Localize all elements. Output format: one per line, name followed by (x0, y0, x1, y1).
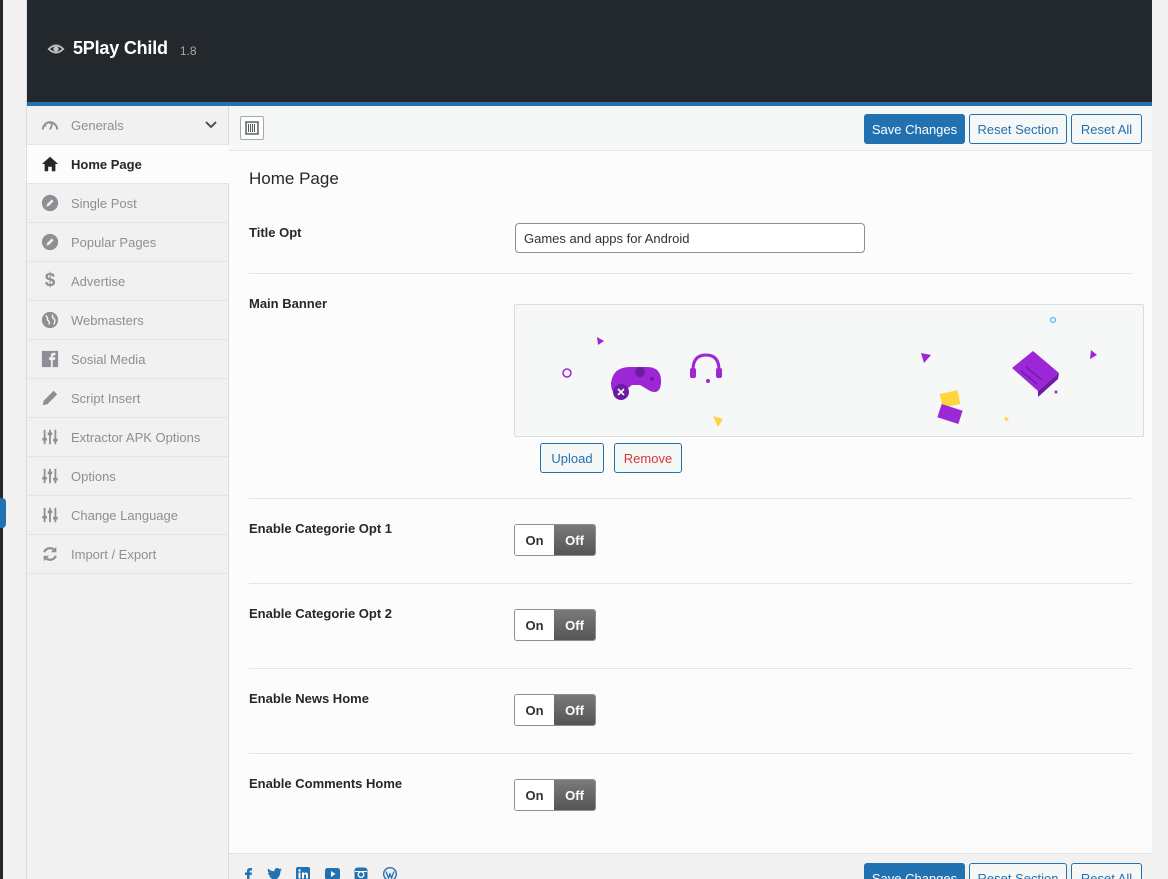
brand-name: 5Play Child (73, 38, 168, 58)
sidebar-item-label: Script Insert (71, 390, 141, 406)
twitter-icon[interactable] (266, 866, 282, 879)
dollar-icon: $ (44, 270, 56, 291)
footer-save-changes-button[interactable]: Save Changes (864, 863, 965, 879)
brand: 5Play Child 1.8 (47, 38, 197, 59)
section-content: Home Page Title Opt Main Banner (229, 151, 1153, 853)
sidebar-item-label: Change Language (71, 507, 178, 523)
admin-menu-edge (0, 0, 26, 879)
footer-reset-section-button[interactable]: Reset Section (969, 863, 1067, 879)
sidebar-item-label: Advertise (71, 273, 126, 289)
main-banner-label: Main Banner (249, 296, 328, 311)
toggle-label: Enable Categorie Opt 2 (249, 606, 393, 621)
pencil-circle-icon (40, 232, 60, 252)
facebook-icon[interactable] (238, 866, 254, 879)
pencil-circle-icon (40, 193, 60, 213)
sidebar-item-label: Import / Export (71, 546, 157, 562)
book-illustration (1012, 351, 1059, 397)
toggle-label: Enable News Home (249, 691, 369, 706)
dashboard-gauge-icon (40, 115, 60, 135)
sidebar-item-advertise[interactable]: $ Advertise (27, 262, 228, 301)
panel-footer: Save Changes Reset Section Reset All (229, 853, 1153, 879)
gamepad-illustration (611, 367, 662, 400)
sidebar-item-label: Extractor APK Options (71, 429, 201, 445)
pencil-icon (40, 388, 60, 408)
home-icon (40, 154, 60, 174)
switch-off-option[interactable]: Off (554, 525, 595, 555)
sidebar-item-generals[interactable]: Generals (27, 106, 228, 145)
footer-reset-all-button[interactable]: Reset All (1071, 863, 1142, 879)
reset-all-button[interactable]: Reset All (1071, 114, 1142, 144)
sidebar-item-home-page[interactable]: Home Page (27, 145, 230, 184)
sliders-icon (40, 427, 60, 447)
section-sidebar: Generals Home Page Single Post Popular P… (27, 106, 230, 879)
categorie-opt-2-switch[interactable]: On Off (514, 609, 596, 641)
admin-menu-edge-line (0, 0, 3, 879)
sidebar-item-label: Home Page (71, 156, 142, 172)
refresh-icon (40, 544, 60, 564)
banner-illustration (562, 316, 1097, 427)
row-divider (249, 668, 1132, 669)
switch-on-option[interactable]: On (515, 695, 555, 725)
facebook-icon (40, 349, 60, 369)
globe-icon (40, 310, 60, 330)
row-divider (249, 583, 1132, 584)
sidebar-item-popular-pages[interactable]: Popular Pages (27, 223, 228, 262)
reset-section-button[interactable]: Reset Section (969, 114, 1067, 144)
sidebar-item-label: Single Post (71, 195, 137, 211)
switch-off-option[interactable]: Off (554, 780, 595, 810)
sliders-icon (40, 466, 60, 486)
upload-button[interactable]: Upload (540, 443, 604, 473)
title-opt-input[interactable] (515, 223, 865, 253)
sidebar-item-single-post[interactable]: Single Post (27, 184, 228, 223)
row-divider (249, 498, 1132, 499)
panel-header: 5Play Child 1.8 (27, 0, 1153, 102)
row-divider (249, 273, 1132, 274)
chevron-down-icon[interactable] (204, 118, 218, 132)
switch-off-option[interactable]: Off (554, 695, 595, 725)
save-changes-button[interactable]: Save Changes (864, 114, 965, 144)
switch-on-option[interactable]: On (515, 610, 555, 640)
switch-on-option[interactable]: On (515, 780, 555, 810)
sidebar-item-import-export[interactable]: Import / Export (27, 535, 228, 574)
sidebar-item-label: Sosial Media (71, 351, 146, 367)
top-toolbar: Save Changes Reset Section Reset All (229, 106, 1153, 151)
switch-off-option[interactable]: Off (554, 610, 595, 640)
toggle-label: Enable Comments Home (249, 776, 403, 791)
expand-options-button[interactable] (240, 116, 264, 140)
linkedin-icon[interactable] (295, 866, 311, 879)
title-opt-label: Title Opt (249, 225, 302, 240)
toggle-label: Enable Categorie Opt 1 (249, 521, 393, 536)
options-panel: 5Play Child 1.8 Generals Home Page Singl… (26, 0, 1153, 879)
wordpress-icon[interactable] (382, 866, 398, 879)
sidebar-item-webmasters[interactable]: Webmasters (27, 301, 228, 340)
remove-button[interactable]: Remove (614, 443, 682, 473)
sidebar-item-change-language[interactable]: Change Language (27, 496, 228, 535)
row-divider (249, 753, 1132, 754)
main-banner-preview (514, 304, 1144, 437)
comments-home-switch[interactable]: On Off (514, 779, 596, 811)
right-gutter (1152, 0, 1168, 879)
section-title: Home Page (249, 169, 339, 188)
sidebar-item-options[interactable]: Options (27, 457, 228, 496)
youtube-icon[interactable] (324, 866, 340, 879)
sidebar-item-label: Webmasters (71, 312, 144, 328)
sidebar-item-sosial-media[interactable]: Sosial Media (27, 340, 228, 379)
sliders-icon (40, 505, 60, 525)
instagram-icon[interactable] (353, 866, 369, 879)
box-illustration (937, 390, 963, 425)
sidebar-item-label: Options (71, 468, 116, 484)
categorie-opt-1-switch[interactable]: On Off (514, 524, 596, 556)
brand-eye-icon (47, 44, 65, 53)
expand-icon (245, 121, 259, 135)
switch-on-option[interactable]: On (515, 525, 555, 555)
admin-menu-collapse-marker (0, 498, 6, 528)
news-home-switch[interactable]: On Off (514, 694, 596, 726)
sidebar-item-label: Popular Pages (71, 234, 157, 250)
sidebar-item-extractor-apk-options[interactable]: Extractor APK Options (27, 418, 228, 457)
brand-version: 1.8 (179, 43, 197, 58)
sidebar-item-script-insert[interactable]: Script Insert (27, 379, 228, 418)
sidebar-item-label: Generals (71, 117, 124, 133)
headphones-illustration (690, 353, 722, 383)
